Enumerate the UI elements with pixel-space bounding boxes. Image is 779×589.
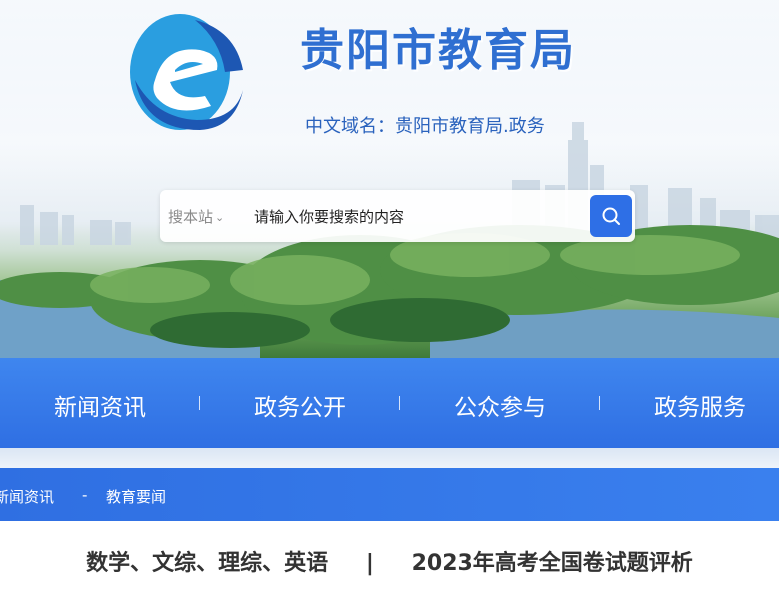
article-title: 数学、文综、理综、英语 | 2023年高考全国卷试题评析 xyxy=(0,545,779,577)
breadcrumb: 新闻资讯 - 教育要闻 xyxy=(0,468,779,521)
breadcrumb-item-news[interactable]: 新闻资讯 xyxy=(0,486,54,507)
chevron-down-icon: ⌄ xyxy=(215,211,225,224)
article-title-divider: | xyxy=(365,551,374,576)
article-title-main: 2023年高考全国卷试题评析 xyxy=(411,551,693,576)
section-gap xyxy=(0,448,779,468)
nav-item-government-services[interactable]: 政务服务 xyxy=(600,388,779,422)
search-bar: 搜本站 ⌄ xyxy=(160,190,635,242)
chinese-domain-name: 中文域名：贵阳市教育局.政务 xyxy=(305,116,545,137)
article-title-subjects: 数学、文综、理综、英语 xyxy=(86,551,329,576)
search-scope-label: 搜本站 xyxy=(168,208,214,226)
nav-item-government-affairs[interactable]: 政务公开 xyxy=(200,388,400,422)
site-title[interactable]: 贵阳市教育局 xyxy=(300,14,576,78)
search-button[interactable] xyxy=(590,195,632,237)
search-scope-dropdown[interactable]: 搜本站 ⌄ xyxy=(168,206,224,227)
nav-item-news[interactable]: 新闻资讯 xyxy=(0,388,200,422)
main-navigation: 新闻资讯 政务公开 公众参与 政务服务 xyxy=(0,358,779,448)
search-icon xyxy=(602,207,620,225)
hero-banner: 贵阳市教育局 中文域名：贵阳市教育局.政务 搜本站 ⌄ xyxy=(0,0,779,358)
breadcrumb-item-education-news[interactable]: 教育要闻 xyxy=(106,486,166,507)
search-input[interactable] xyxy=(252,200,576,234)
education-bureau-e-logo-icon[interactable] xyxy=(125,10,245,135)
breadcrumb-separator: - xyxy=(82,486,88,504)
nav-item-public-participation[interactable]: 公众参与 xyxy=(400,388,600,422)
